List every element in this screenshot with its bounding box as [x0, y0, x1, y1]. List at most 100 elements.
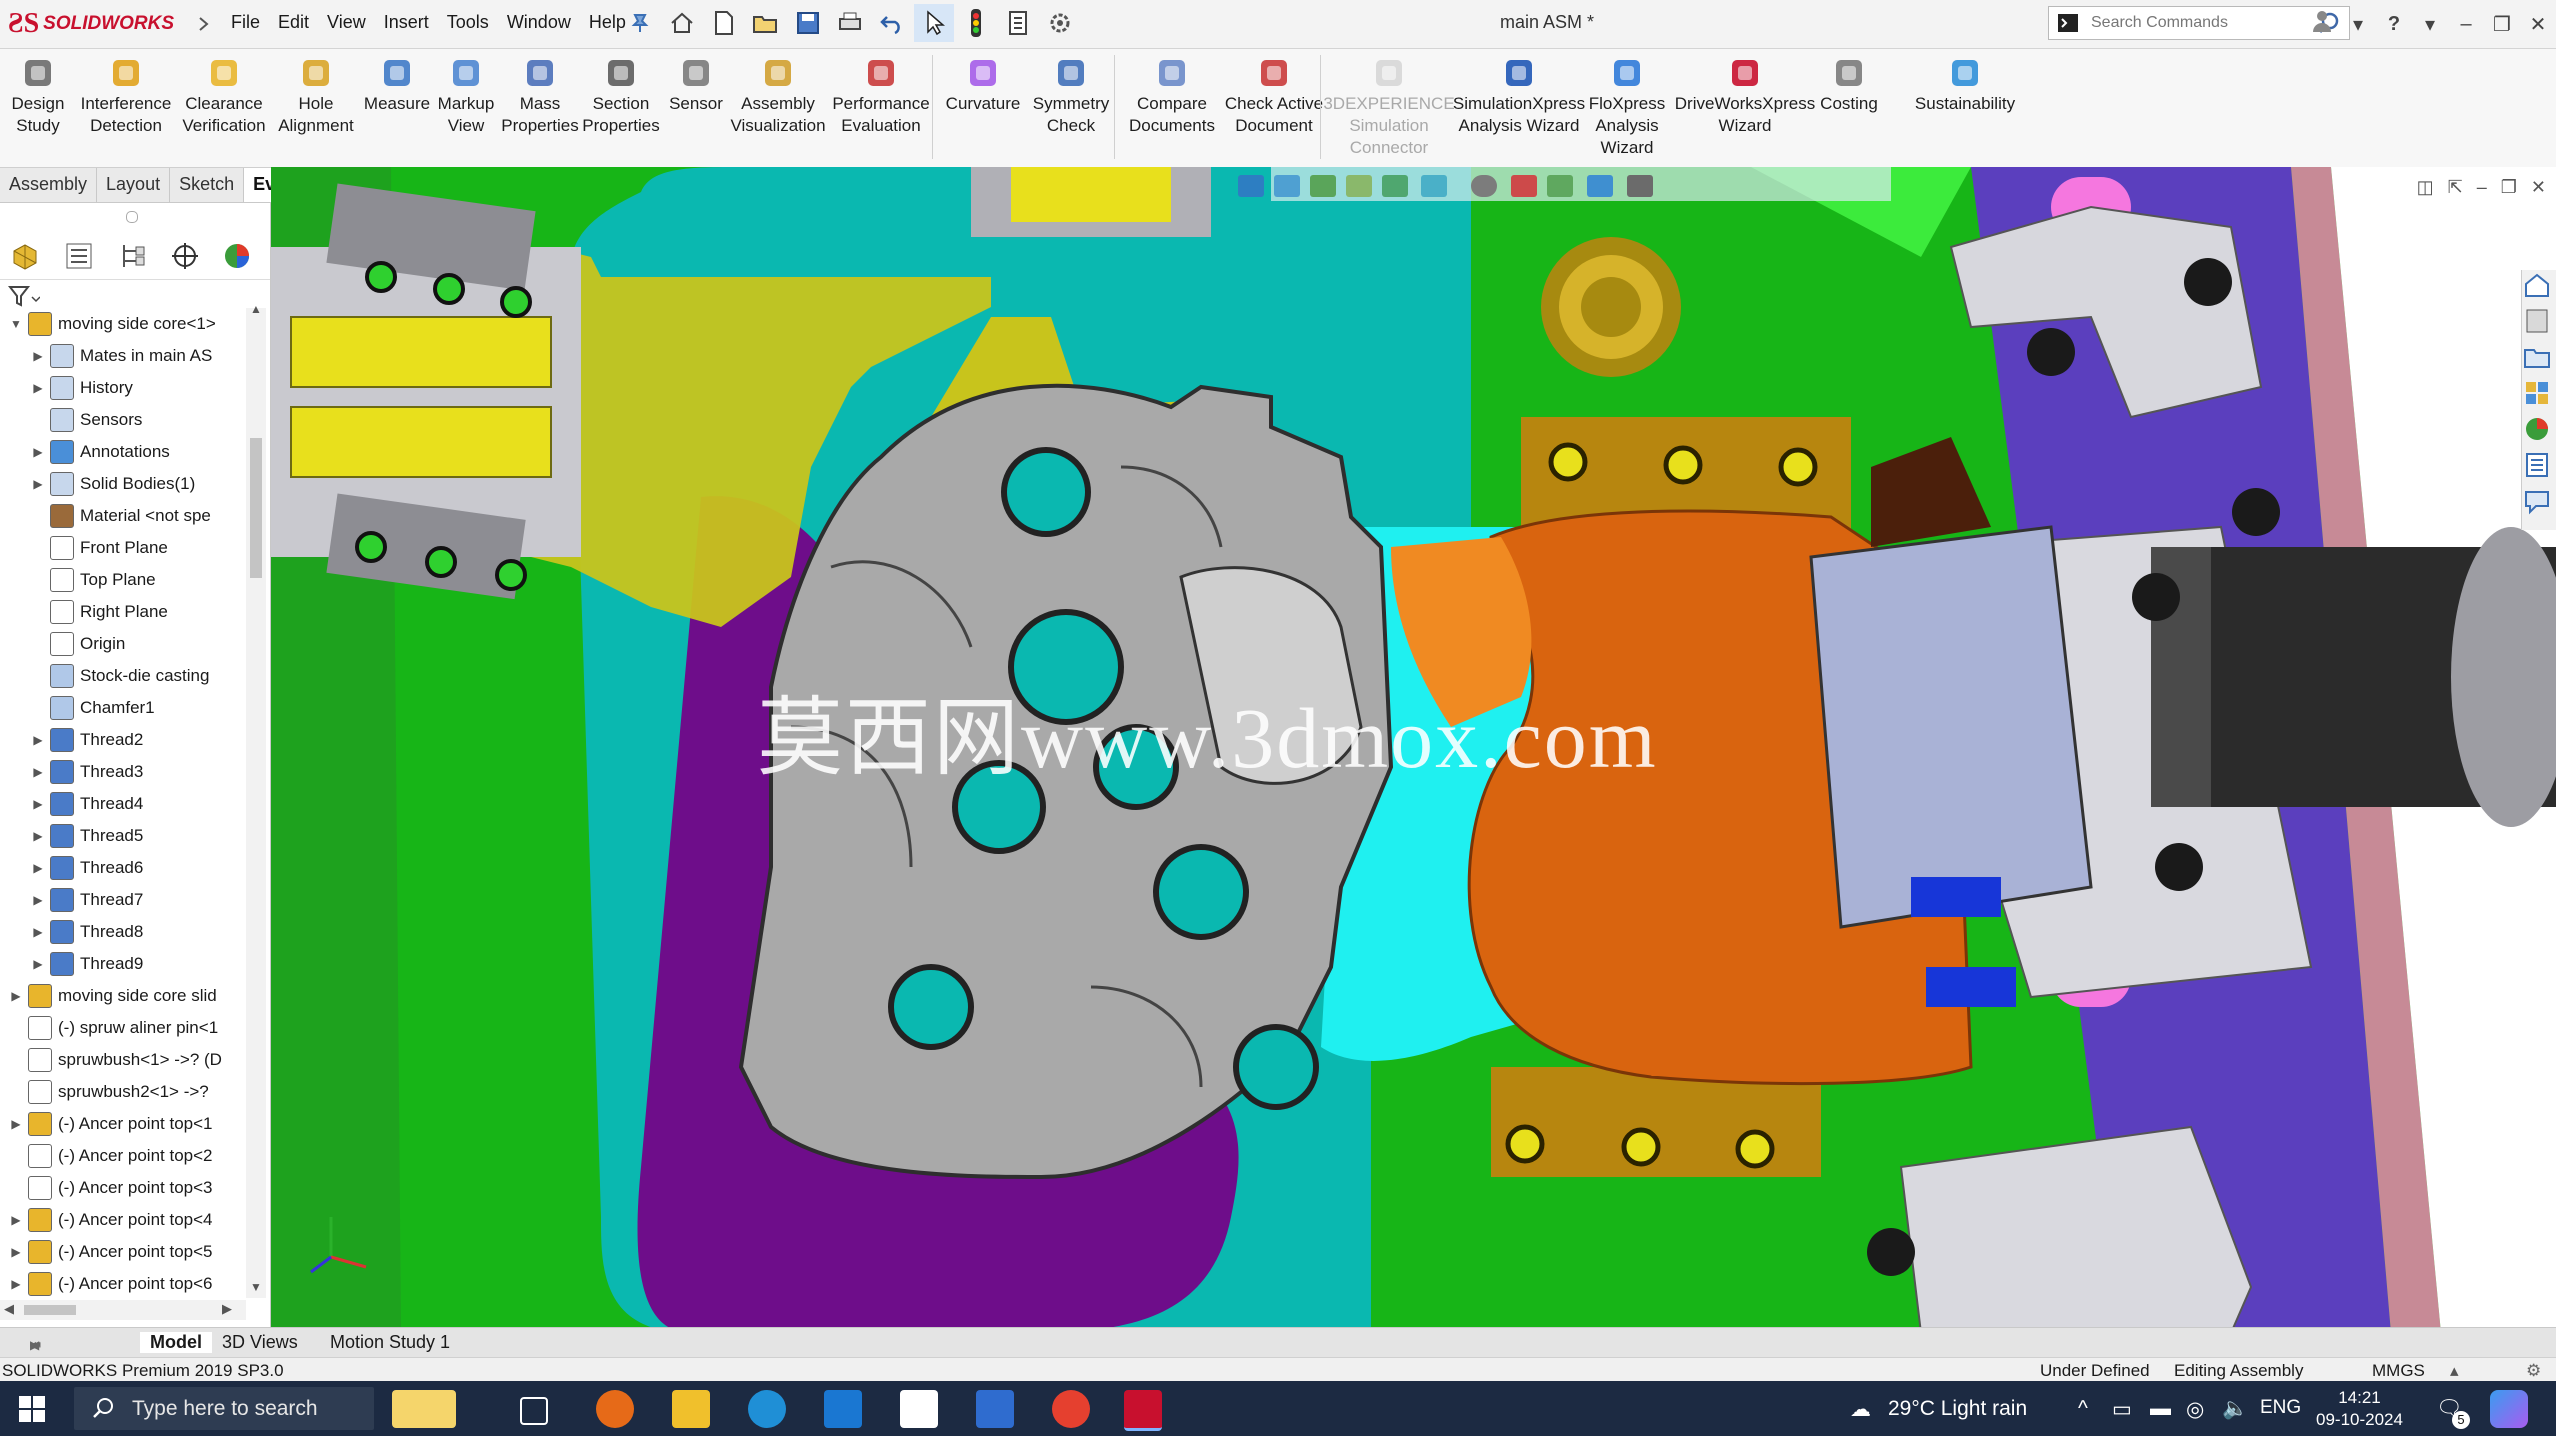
tree-item-assembly[interactable]: ▶ (-) Ancer point top<5 [0, 1236, 250, 1268]
tree-item-assembly[interactable]: ▶ (-) Ancer point top<1 [0, 1108, 250, 1140]
tree-item-assembly[interactable]: ▶ moving side core slid [0, 980, 250, 1012]
ribbon-design-study-button[interactable]: Design Study [4, 57, 72, 137]
tree-item-part[interactable]: (-) spruw aliner pin<1 [0, 1012, 250, 1044]
solidworks-forum-icon[interactable] [2522, 486, 2556, 518]
tree-scrollbar[interactable]: ▲ ▼ [246, 302, 266, 1298]
new-document-icon[interactable] [704, 4, 744, 42]
units-chevron-icon[interactable]: ▴ [2450, 1361, 2459, 1381]
expand-toggle-icon[interactable]: ▶ [8, 1277, 24, 1291]
dynamic-annotation-icon[interactable] [1382, 175, 1408, 197]
ribbon-compare-button[interactable]: Compare Documents [1124, 57, 1220, 137]
tray-device-icon[interactable]: ▭ [2112, 1397, 2132, 1422]
menu-edit[interactable]: Edit [269, 10, 318, 35]
copilot-icon[interactable] [2490, 1390, 2528, 1428]
graphics-area[interactable]: 莫西网www.3dmox.com ◫ ⇱ – ❐ ✕ [271, 167, 2556, 1333]
viewport-expand-icon[interactable]: ⇱ [2448, 177, 2463, 198]
viewport-minimize-icon[interactable]: – [2477, 177, 2487, 198]
ribbon-measure-button[interactable]: Measure [362, 57, 432, 115]
display-style-icon[interactable] [1471, 175, 1497, 197]
close-icon[interactable]: ✕ [2520, 12, 2556, 37]
network-icon[interactable]: ◎ [2186, 1397, 2204, 1422]
user-menu-chevron-icon[interactable]: ▾ [2340, 12, 2376, 37]
ribbon-hole-alignment-button[interactable]: Hole Alignment [274, 57, 358, 137]
zoom-to-fit-icon[interactable] [1238, 175, 1264, 197]
minimize-icon[interactable]: – [2448, 13, 2484, 36]
tab-layout[interactable]: Layout [97, 168, 171, 202]
tree-item-thread[interactable]: ▶ Thread9 [0, 948, 250, 980]
tree-item-thread[interactable]: ▶ Thread6 [0, 852, 250, 884]
tree-item-thread[interactable]: ▶ Thread8 [0, 916, 250, 948]
ribbon-simxpress-button[interactable]: SimulationXpress Analysis Wizard [1453, 57, 1585, 137]
search-highlight-icon[interactable] [392, 1390, 456, 1428]
home-icon[interactable] [662, 4, 702, 42]
menu-insert[interactable]: Insert [375, 10, 438, 35]
expand-toggle-icon[interactable]: ▶ [30, 861, 46, 875]
custom-properties-icon[interactable] [2522, 450, 2556, 482]
property-manager-tab-icon[interactable] [64, 241, 94, 276]
ribbon-costing-button[interactable]: Costing [1814, 57, 1884, 115]
menu-view[interactable]: View [318, 10, 375, 35]
appearances-scenes-icon[interactable] [2522, 414, 2556, 446]
feature-manager-tab-icon[interactable] [10, 241, 40, 276]
pin-icon[interactable] [620, 4, 660, 42]
language-indicator[interactable]: ENG [2260, 1397, 2301, 1419]
status-customize-icon[interactable]: ⚙ [2526, 1361, 2541, 1381]
expand-toggle-icon[interactable]: ▶ [30, 765, 46, 779]
ribbon-floxpress-button[interactable]: FloXpress Analysis Wizard [1589, 57, 1665, 159]
ribbon-symmetry-button[interactable]: Symmetry Check [1026, 57, 1116, 137]
view-settings-icon[interactable] [1627, 175, 1653, 197]
viewport-restore-icon[interactable]: ❐ [2501, 177, 2517, 198]
menu-expand-icon[interactable] [197, 8, 211, 40]
section-view-icon[interactable] [1346, 175, 1372, 197]
tree-item-part[interactable]: (-) Ancer point top<3 [0, 1172, 250, 1204]
options-gear-icon[interactable] [1040, 4, 1080, 42]
ribbon-performance-button[interactable]: Performance Evaluation [826, 57, 936, 137]
viewport-split-icon[interactable]: ◫ [2417, 177, 2434, 198]
tree-item-origin[interactable]: Origin [0, 628, 250, 660]
tree-item-assembly[interactable]: ▶ (-) Ancer point top<6 [0, 1268, 250, 1300]
open-folder-icon[interactable] [746, 4, 786, 42]
scroll-left-icon[interactable]: ◀ [4, 1301, 14, 1317]
tree-item-thread[interactable]: ▶ Thread7 [0, 884, 250, 916]
unit-system-selector[interactable]: MMGS [2372, 1361, 2425, 1381]
restore-icon[interactable]: ❐ [2484, 12, 2520, 37]
tree-item-feature[interactable]: Stock-die casting [0, 660, 250, 692]
zoom-area-icon[interactable] [1274, 175, 1300, 197]
expand-toggle-icon[interactable]: ▶ [30, 829, 46, 843]
tree-item-thread[interactable]: ▶ Thread3 [0, 756, 250, 788]
dimxpert-tab-icon[interactable] [170, 241, 200, 276]
tree-item-folder[interactable]: ▶ History [0, 372, 250, 404]
viewport-close-icon[interactable]: ✕ [2531, 177, 2546, 198]
expand-toggle-icon[interactable]: ▶ [30, 893, 46, 907]
solidworks-logo[interactable]: ƧS SOLIDWORKS [8, 6, 196, 42]
ribbon-driveworks-button[interactable]: DriveWorksXpress Wizard [1675, 57, 1815, 137]
tree-item-plane[interactable]: Front Plane [0, 532, 250, 564]
solidworks-taskbar-icon[interactable] [1124, 1390, 1162, 1431]
tree-item-folder[interactable]: ▶ Solid Bodies(1) [0, 468, 250, 500]
expand-toggle-icon[interactable]: ▼ [8, 317, 24, 331]
tray-chevron-icon[interactable]: ^ [2078, 1397, 2088, 1421]
expand-toggle-icon[interactable]: ▶ [30, 445, 46, 459]
tree-item-part[interactable]: (-) Ancer point top<2 [0, 1140, 250, 1172]
tree-item-plane[interactable]: Right Plane [0, 596, 250, 628]
weather-text[interactable]: 29°C Light rain [1888, 1397, 2027, 1421]
select-cursor-icon[interactable] [914, 4, 954, 42]
ribbon-markup-button[interactable]: Markup View [434, 57, 498, 137]
windows-start-icon[interactable] [18, 1395, 46, 1428]
expand-toggle-icon[interactable]: ▶ [30, 797, 46, 811]
file-properties-icon[interactable] [998, 4, 1038, 42]
tree-item-annotation[interactable]: ▶ Annotations [0, 436, 250, 468]
taskbar-clock[interactable]: 14:21 09-10-2024 [2316, 1387, 2403, 1431]
edge-icon[interactable] [748, 1390, 786, 1428]
ribbon-sustainability-button[interactable]: Sustainability [1910, 57, 2020, 115]
expand-toggle-icon[interactable]: ▶ [30, 733, 46, 747]
expand-toggle-icon[interactable]: ▶ [30, 957, 46, 971]
expand-toggle-icon[interactable]: ▶ [30, 381, 46, 395]
expand-toggle-icon[interactable]: ▶ [8, 1117, 24, 1131]
solidworks-resources-icon[interactable] [2522, 270, 2556, 302]
tab-model[interactable]: Model [140, 1332, 212, 1353]
tree-item-assembly[interactable]: ▶ (-) Ancer point top<4 [0, 1204, 250, 1236]
taskbar-search-box[interactable]: Type here to search [74, 1387, 374, 1430]
ribbon-curvature-button[interactable]: Curvature [942, 57, 1024, 115]
ribbon-interference-button[interactable]: Interference Detection [76, 57, 176, 137]
